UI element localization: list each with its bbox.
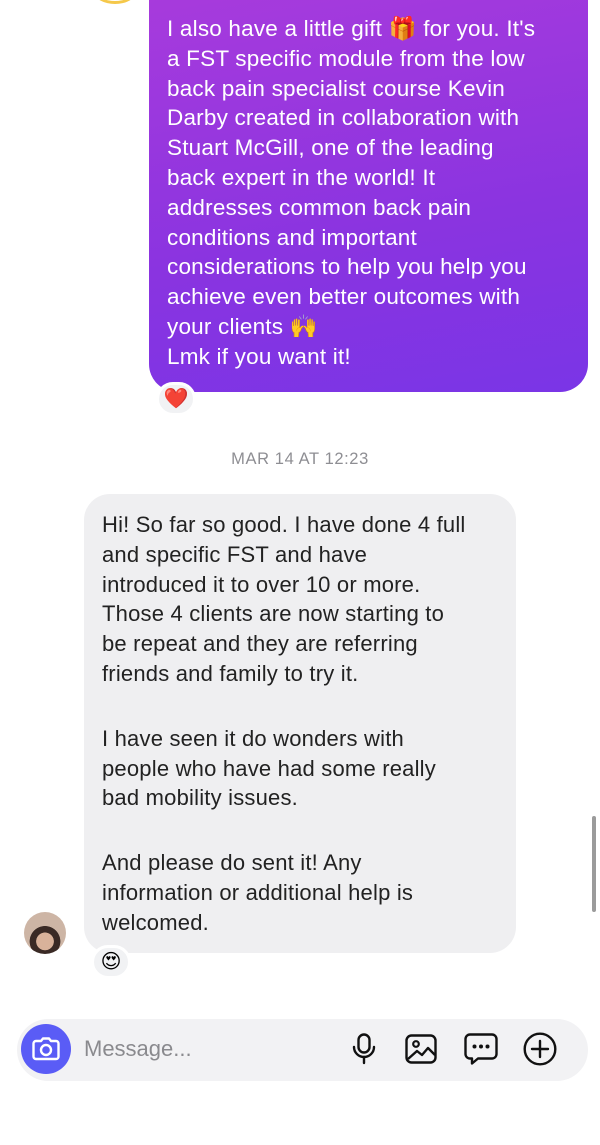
outgoing-message-bubble[interactable]: I also have a little gift 🎁 for you. It'… — [149, 0, 588, 392]
outgoing-message-text: I also have a little gift 🎁 for you. It'… — [167, 16, 536, 369]
incoming-message-paragraph: And please do sent it! Any information o… — [102, 850, 414, 935]
heart-eyes-icon: 😍 — [100, 951, 122, 973]
heart-eyes-reaction[interactable]: 😍 — [91, 945, 131, 979]
sticker-icon — [464, 1033, 498, 1065]
chat-screen: I also have a little gift 🎁 for you. It'… — [0, 0, 600, 1145]
microphone-icon — [352, 1033, 376, 1065]
plus-circle-icon — [523, 1032, 557, 1066]
partial-emoji-icon — [95, 0, 135, 4]
more-options-button[interactable] — [520, 1029, 560, 1069]
sender-avatar[interactable] — [24, 912, 66, 954]
message-input[interactable] — [84, 1032, 334, 1066]
message-timestamp: MAR 14 AT 12:23 — [231, 450, 369, 468]
gallery-button[interactable] — [401, 1029, 441, 1069]
heart-reaction[interactable]: ❤️ — [156, 382, 196, 416]
incoming-message-paragraph: Hi! So far so good. I have done 4 full a… — [102, 512, 466, 686]
incoming-message-paragraph: I have seen it do wonders with people wh… — [102, 725, 436, 811]
incoming-message-bubble[interactable]: Hi! So far so good. I have done 4 full a… — [84, 494, 516, 953]
gallery-icon — [405, 1034, 437, 1064]
camera-icon — [32, 1037, 60, 1061]
camera-button[interactable] — [21, 1024, 71, 1074]
voice-message-button[interactable] — [344, 1029, 384, 1069]
scrollbar[interactable] — [592, 816, 596, 912]
sticker-button[interactable] — [461, 1029, 501, 1069]
heart-icon: ❤️ — [163, 388, 189, 410]
